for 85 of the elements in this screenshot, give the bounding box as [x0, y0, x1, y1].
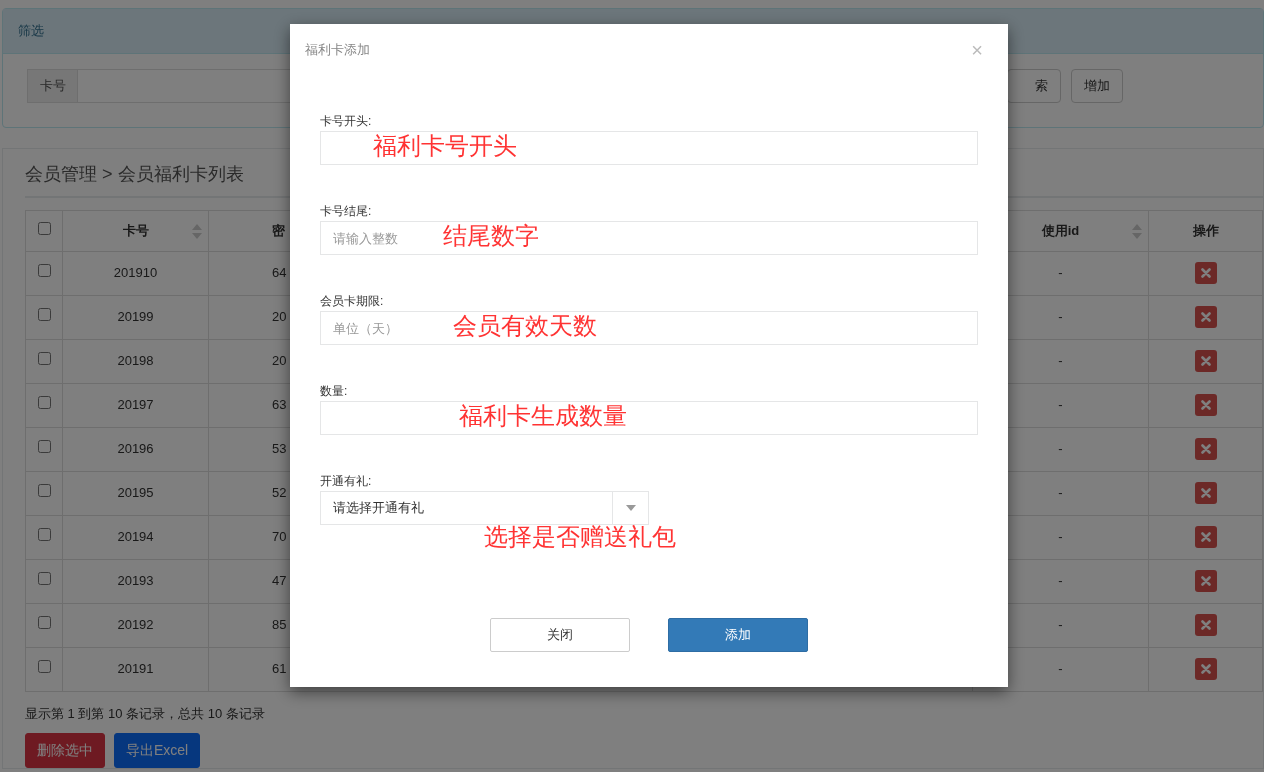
table-cell: 20194 — [117, 529, 154, 545]
input-field[interactable] — [320, 401, 978, 435]
column-header[interactable]: 密 — [272, 222, 285, 238]
close-button[interactable]: 关闭 — [490, 618, 630, 652]
row-checkbox[interactable] — [37, 616, 51, 630]
field-label: 数量: — [320, 383, 349, 400]
select-field[interactable]: 请选择开通有礼 — [320, 491, 649, 525]
table-cell: 52 — [272, 485, 287, 501]
table-cell: 85 — [272, 617, 287, 633]
delete-selected-button[interactable]: 删除选中 — [25, 733, 105, 768]
delete-button[interactable] — [1194, 350, 1217, 372]
annotation-text: 选择是否赠送礼包 — [484, 525, 676, 549]
select-all-checkbox[interactable] — [37, 221, 51, 235]
table-cell: 201910 — [113, 265, 158, 281]
table-cell: 20197 — [117, 397, 154, 413]
add-button[interactable]: 增加 — [1071, 68, 1123, 103]
close-icon — [1200, 444, 1211, 454]
table-cell: 70 — [272, 529, 287, 545]
close-icon — [1200, 312, 1211, 322]
table-cell: 20191 — [117, 661, 154, 677]
table-cell: 20199 — [117, 309, 154, 325]
delete-button[interactable] — [1194, 438, 1217, 460]
column-header[interactable]: 卡号 — [122, 222, 149, 238]
table-cell: 20 — [272, 353, 287, 369]
delete-button[interactable] — [1194, 306, 1217, 328]
table-cell: 53 — [272, 441, 287, 457]
column-header[interactable]: 使用id — [1041, 222, 1080, 238]
table-cell: - — [1058, 661, 1063, 677]
caret-icon — [625, 505, 636, 511]
field-label: 卡号开头: — [320, 113, 373, 130]
close-icon — [1200, 620, 1211, 630]
delete-button[interactable] — [1194, 482, 1217, 504]
search-button[interactable]: 索 — [1007, 68, 1061, 103]
row-checkbox[interactable] — [37, 484, 51, 498]
delete-button[interactable] — [1194, 262, 1217, 284]
table-cell: 61 — [272, 661, 287, 677]
annotation-text: 福利卡生成数量 — [459, 404, 627, 428]
table-cell: - — [1058, 573, 1063, 589]
delete-button[interactable] — [1194, 614, 1217, 636]
delete-button[interactable] — [1194, 526, 1217, 548]
table-cell: - — [1058, 529, 1063, 545]
row-checkbox[interactable] — [37, 660, 51, 674]
column-header[interactable]: 操作 — [1192, 222, 1219, 238]
export-button[interactable]: 导出Excel — [114, 733, 201, 768]
table-cell: - — [1058, 353, 1063, 369]
table-cell: - — [1058, 485, 1063, 501]
close-icon — [1200, 664, 1211, 674]
annotation-text: 会员有效天数 — [453, 314, 597, 338]
field-label: 卡号结尾: — [320, 203, 373, 220]
delete-button[interactable] — [1194, 394, 1217, 416]
delete-button[interactable] — [1194, 658, 1217, 680]
table-cell: 20193 — [117, 573, 154, 589]
close-icon — [1200, 400, 1211, 410]
row-checkbox[interactable] — [37, 528, 51, 542]
table-cell: - — [1058, 397, 1063, 413]
table-cell: 20198 — [117, 353, 154, 369]
row-checkbox[interactable] — [37, 308, 51, 322]
table-cell: 63 — [272, 397, 287, 413]
field-label: 会员卡期限: — [320, 293, 385, 310]
table-cell: 20196 — [117, 441, 154, 457]
table-cell: 20195 — [117, 485, 154, 501]
close-icon — [1200, 268, 1211, 278]
close-icon — [1200, 356, 1211, 366]
row-checkbox[interactable] — [37, 440, 51, 454]
close-icon — [1200, 488, 1211, 498]
row-checkbox[interactable] — [37, 352, 51, 366]
table-cell: - — [1058, 617, 1063, 633]
row-checkbox[interactable] — [37, 264, 51, 278]
add-button[interactable]: 添加 — [668, 618, 808, 652]
delete-button[interactable] — [1194, 570, 1217, 592]
table-cell: 20 — [272, 309, 287, 325]
close-icon — [1200, 532, 1211, 542]
close-icon — [1200, 576, 1211, 586]
input-field[interactable] — [320, 131, 978, 165]
annotation-text: 结尾数字 — [443, 224, 539, 248]
field-label: 开通有礼: — [320, 473, 373, 490]
table-cell: - — [1058, 309, 1063, 325]
table-cell: - — [1058, 441, 1063, 457]
table-cell: - — [1058, 265, 1063, 281]
row-checkbox[interactable] — [37, 572, 51, 586]
table-cell: 47 — [272, 573, 287, 589]
pagination-info: 显示第 1 到第 10 条记录，总共 10 条记录 — [25, 704, 266, 723]
table-cell: 64 — [272, 265, 287, 281]
table-cell: 20192 — [117, 617, 154, 633]
row-checkbox[interactable] — [37, 396, 51, 410]
